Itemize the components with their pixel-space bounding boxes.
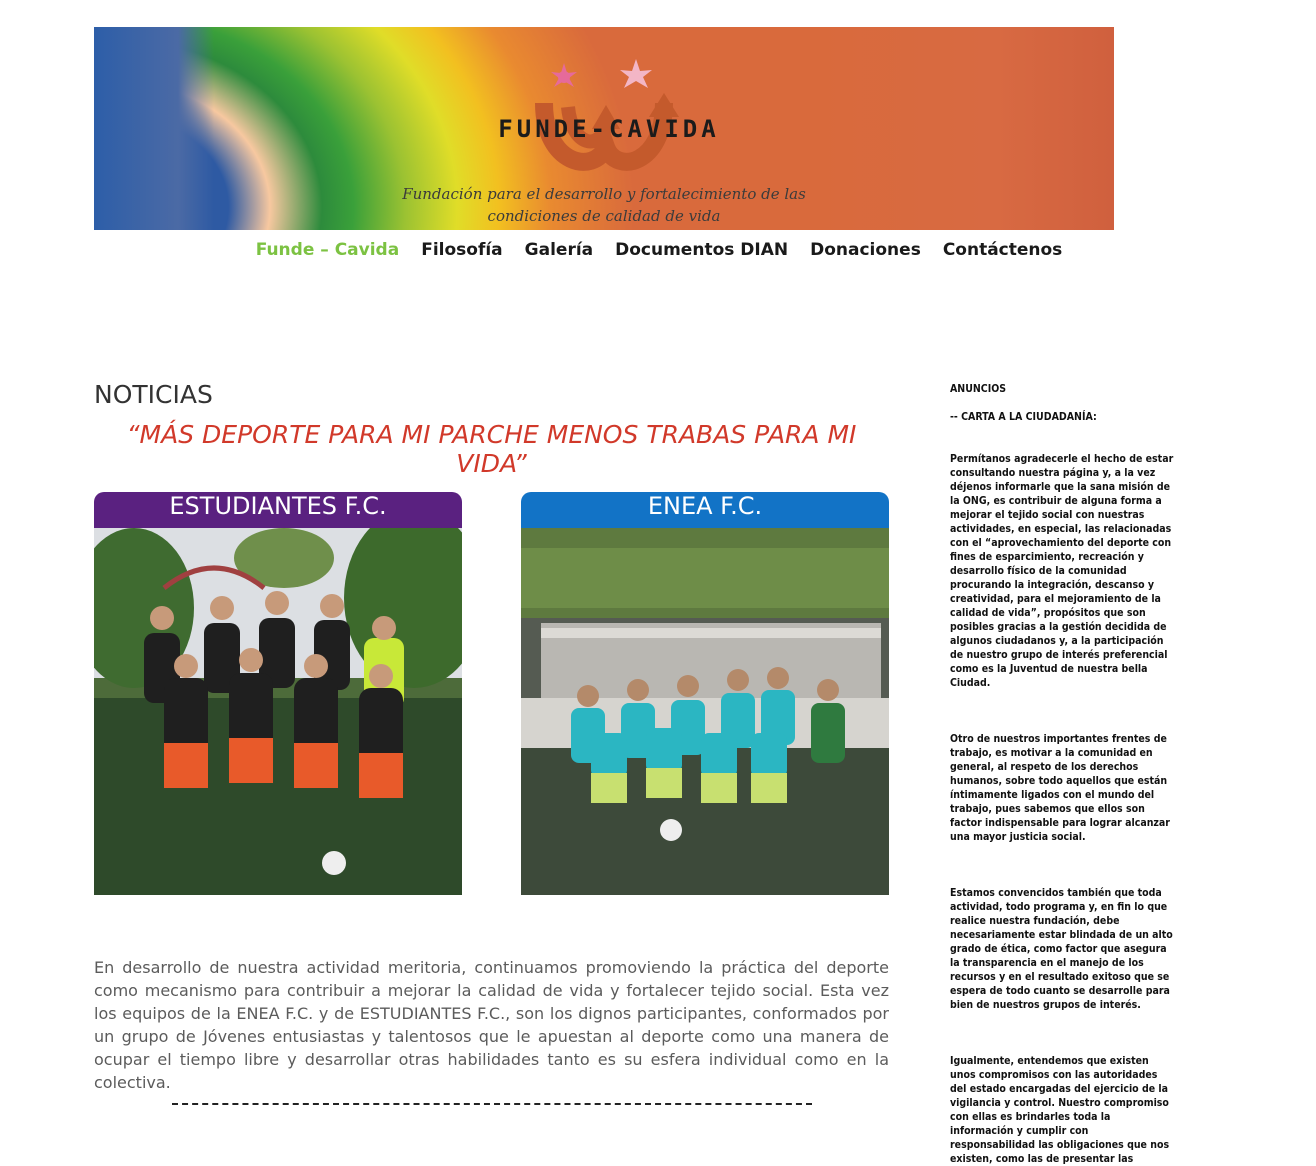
nav-item-filosofia[interactable]: Filosofía [421, 240, 502, 270]
tagline-line2: condiciones de calidad de vida [487, 207, 721, 225]
team-photo-enea [521, 528, 889, 895]
team-label: ESTUDIANTES F.C. [94, 492, 462, 528]
nav-item-galeria[interactable]: Galería [525, 240, 593, 270]
nav-item-funde-cavida[interactable]: Funde – Cavida [256, 240, 400, 270]
banner-right-gradient [814, 27, 1114, 230]
divider [172, 1103, 812, 1105]
main-nav: Funde – Cavida Filosofía Galería Documen… [0, 240, 1268, 270]
sidebar-paragraph-2: Otro de nuestros importantes frentes de … [950, 733, 1170, 843]
team-card-enea: ENEA F.C. [521, 492, 889, 895]
nav-item-contactenos[interactable]: Contáctenos [943, 240, 1063, 270]
news-body: En desarrollo de nuestra actividad merit… [94, 958, 889, 1092]
sidebar-paragraph-4: Igualmente, entendemos que existen unos … [950, 1055, 1170, 1165]
banner-left-gradient [94, 27, 214, 230]
sidebar-subtitle: -- CARTA A LA CIUDADANÍA: [950, 411, 1097, 423]
logo-text: FUNDE-CAVIDA [498, 115, 720, 143]
tagline: Fundación para el desarrollo y fortaleci… [384, 183, 824, 227]
news-headline: “MÁS DEPORTE PARA MI PARCHE MENOS TRABAS… [126, 420, 857, 478]
header-banner: FUNDE-CAVIDA Fundación para el desarroll… [94, 27, 1114, 230]
team-label: ENEA F.C. [521, 492, 889, 528]
team-photo-estudiantes [94, 528, 462, 895]
sidebar-announcements: ANUNCIOS -- CARTA A LA CIUDADANÍA: Permí… [950, 382, 1175, 1166]
team-card-estudiantes: ESTUDIANTES F.C. [94, 492, 462, 895]
tagline-line1: Fundación para el desarrollo y fortaleci… [402, 185, 806, 203]
nav-item-donaciones[interactable]: Donaciones [810, 240, 921, 270]
sidebar-title: ANUNCIOS [950, 383, 1007, 395]
sidebar-paragraph-1: Permítanos agradecerle el hecho de estar… [950, 453, 1174, 689]
nav-item-documentos-dian[interactable]: Documentos DIAN [615, 240, 788, 270]
page-title: NOTICIAS [94, 380, 213, 409]
sidebar-paragraph-3: Estamos convencidos también que toda act… [950, 887, 1173, 1011]
nav-items: Funde – Cavida Filosofía Galería Documen… [256, 240, 1063, 270]
